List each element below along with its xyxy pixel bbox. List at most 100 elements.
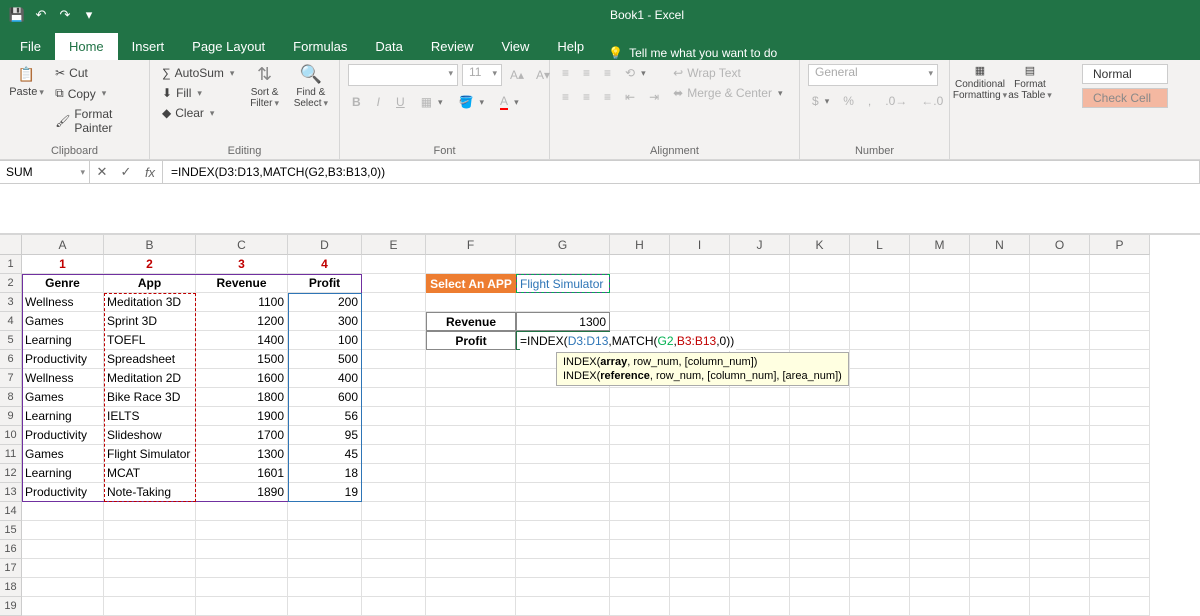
cell[interactable]	[910, 369, 970, 388]
cell[interactable]	[516, 407, 610, 426]
column-header-C[interactable]: C	[196, 235, 288, 255]
column-header-N[interactable]: N	[970, 235, 1030, 255]
cell[interactable]	[362, 350, 426, 369]
cell[interactable]	[1090, 502, 1150, 521]
cell[interactable]	[730, 559, 790, 578]
cell[interactable]	[362, 540, 426, 559]
cell[interactable]	[288, 502, 362, 521]
cell[interactable]	[670, 426, 730, 445]
tab-help[interactable]: Help	[543, 33, 598, 60]
cell[interactable]	[1030, 312, 1090, 331]
cell[interactable]	[910, 559, 970, 578]
row-header-5[interactable]: 5	[0, 331, 22, 350]
cell[interactable]: Wellness	[22, 293, 104, 312]
cell[interactable]	[850, 369, 910, 388]
cell[interactable]	[362, 293, 426, 312]
cell[interactable]: Flight Simulator	[104, 445, 196, 464]
cell[interactable]	[790, 464, 850, 483]
cell[interactable]	[610, 445, 670, 464]
cell[interactable]	[1030, 369, 1090, 388]
cell[interactable]: Bike Race 3D	[104, 388, 196, 407]
cell[interactable]	[516, 255, 610, 274]
cell[interactable]: Learning	[22, 407, 104, 426]
cell[interactable]: 2	[104, 255, 196, 274]
cell[interactable]: 500	[288, 350, 362, 369]
cell[interactable]	[196, 502, 288, 521]
cell[interactable]	[1090, 407, 1150, 426]
cell[interactable]	[1030, 274, 1090, 293]
cell[interactable]	[1090, 388, 1150, 407]
cell[interactable]	[610, 559, 670, 578]
tab-file[interactable]: File	[6, 33, 55, 60]
align-bottom-button[interactable]: ≡	[600, 64, 615, 82]
cell[interactable]	[670, 540, 730, 559]
cell[interactable]	[516, 464, 610, 483]
cell[interactable]	[850, 293, 910, 312]
cell[interactable]	[104, 559, 196, 578]
cell[interactable]	[516, 540, 610, 559]
column-header-F[interactable]: F	[426, 235, 516, 255]
cell[interactable]	[1090, 559, 1150, 578]
cell[interactable]	[670, 578, 730, 597]
cell[interactable]	[426, 369, 516, 388]
autosum-button[interactable]: ∑AutoSum	[158, 64, 238, 82]
cell[interactable]	[730, 521, 790, 540]
font-color-button[interactable]: A	[496, 92, 523, 112]
align-right-button[interactable]: ≡	[600, 88, 615, 106]
row-header-4[interactable]: 4	[0, 312, 22, 331]
cell[interactable]	[850, 578, 910, 597]
cell[interactable]	[362, 445, 426, 464]
cell[interactable]	[610, 521, 670, 540]
cell[interactable]: MCAT	[104, 464, 196, 483]
cell[interactable]	[970, 312, 1030, 331]
column-header-J[interactable]: J	[730, 235, 790, 255]
cell[interactable]	[516, 559, 610, 578]
cell[interactable]	[426, 350, 516, 369]
cell[interactable]	[850, 540, 910, 559]
cell[interactable]	[426, 578, 516, 597]
cell[interactable]	[850, 312, 910, 331]
insert-function-button[interactable]: fx	[138, 165, 162, 180]
cell[interactable]	[362, 559, 426, 578]
cell[interactable]	[610, 502, 670, 521]
cell[interactable]	[970, 521, 1030, 540]
cell[interactable]	[970, 464, 1030, 483]
cell[interactable]: Sprint 3D	[104, 312, 196, 331]
formula-input[interactable]: =INDEX(D3:D13,MATCH(G2,B3:B13,0))	[163, 160, 1200, 184]
cell[interactable]	[426, 464, 516, 483]
cell[interactable]	[670, 483, 730, 502]
cell[interactable]	[516, 483, 610, 502]
cell[interactable]	[970, 483, 1030, 502]
cell[interactable]	[104, 502, 196, 521]
cell[interactable]	[970, 255, 1030, 274]
cell[interactable]: 1100	[196, 293, 288, 312]
cell[interactable]	[670, 312, 730, 331]
cell[interactable]: Games	[22, 312, 104, 331]
name-box[interactable]: SUM	[0, 160, 90, 184]
select-app-label[interactable]: Select An APP	[426, 274, 516, 293]
cell[interactable]	[1030, 350, 1090, 369]
align-left-button[interactable]: ≡	[558, 88, 573, 106]
column-header-D[interactable]: D	[288, 235, 362, 255]
cell[interactable]	[670, 502, 730, 521]
cell[interactable]	[670, 255, 730, 274]
cell[interactable]	[104, 578, 196, 597]
cell[interactable]: Note-Taking	[104, 483, 196, 502]
cell[interactable]: TOEFL	[104, 331, 196, 350]
cell[interactable]: 400	[288, 369, 362, 388]
align-middle-button[interactable]: ≡	[579, 64, 594, 82]
cell[interactable]	[790, 312, 850, 331]
cell[interactable]	[850, 483, 910, 502]
tell-me-search[interactable]: 💡 Tell me what you want to do	[608, 46, 777, 60]
cell[interactable]	[790, 540, 850, 559]
cell[interactable]	[1090, 464, 1150, 483]
orientation-button[interactable]: ⟲	[621, 64, 650, 82]
cell[interactable]	[1030, 293, 1090, 312]
cell[interactable]	[1030, 331, 1090, 350]
cell[interactable]	[910, 483, 970, 502]
cell[interactable]	[670, 464, 730, 483]
cell[interactable]	[426, 255, 516, 274]
cell[interactable]	[850, 521, 910, 540]
cell[interactable]	[426, 388, 516, 407]
cell[interactable]	[730, 445, 790, 464]
